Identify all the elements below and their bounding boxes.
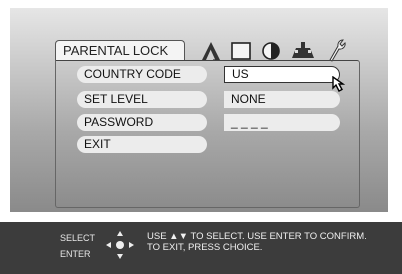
help-line-2: TO EXIT, PRESS CHOICE. (147, 242, 263, 253)
select-label: SELECT (60, 233, 96, 243)
joystick-icon (106, 231, 134, 259)
help-text: USE ▲▼ TO SELECT. USE ENTER TO CONFIRM. … (147, 231, 367, 253)
enter-label: ENTER (60, 249, 91, 259)
cursor-icon (332, 76, 346, 92)
wrench-icon[interactable] (324, 38, 346, 62)
menu-item-country-code[interactable]: COUNTRY CODE (77, 66, 207, 83)
menu-item-password[interactable]: PASSWORD (77, 114, 207, 131)
set-level-value[interactable]: NONE (224, 91, 340, 108)
help-line-1: USE ▲▼ TO SELECT. USE ENTER TO CONFIRM. (147, 231, 367, 242)
page-title: PARENTAL LOCK (55, 40, 185, 60)
category-icons (200, 28, 354, 62)
speaker-icon[interactable] (290, 40, 316, 62)
display-icon[interactable] (230, 40, 252, 62)
password-value[interactable]: _ _ _ _ (224, 114, 340, 131)
dvd-setup-screen: PARENTAL LOCK COUNTRY CODE US SET LEVEL … (0, 0, 402, 274)
country-code-value[interactable]: US (224, 66, 340, 83)
language-icon[interactable] (200, 40, 222, 62)
audio-icon[interactable] (260, 40, 282, 62)
menu-item-exit[interactable]: EXIT (77, 136, 207, 153)
remote-labels: SELECT ENTER (60, 230, 95, 262)
menu-item-set-level[interactable]: SET LEVEL (77, 91, 207, 108)
